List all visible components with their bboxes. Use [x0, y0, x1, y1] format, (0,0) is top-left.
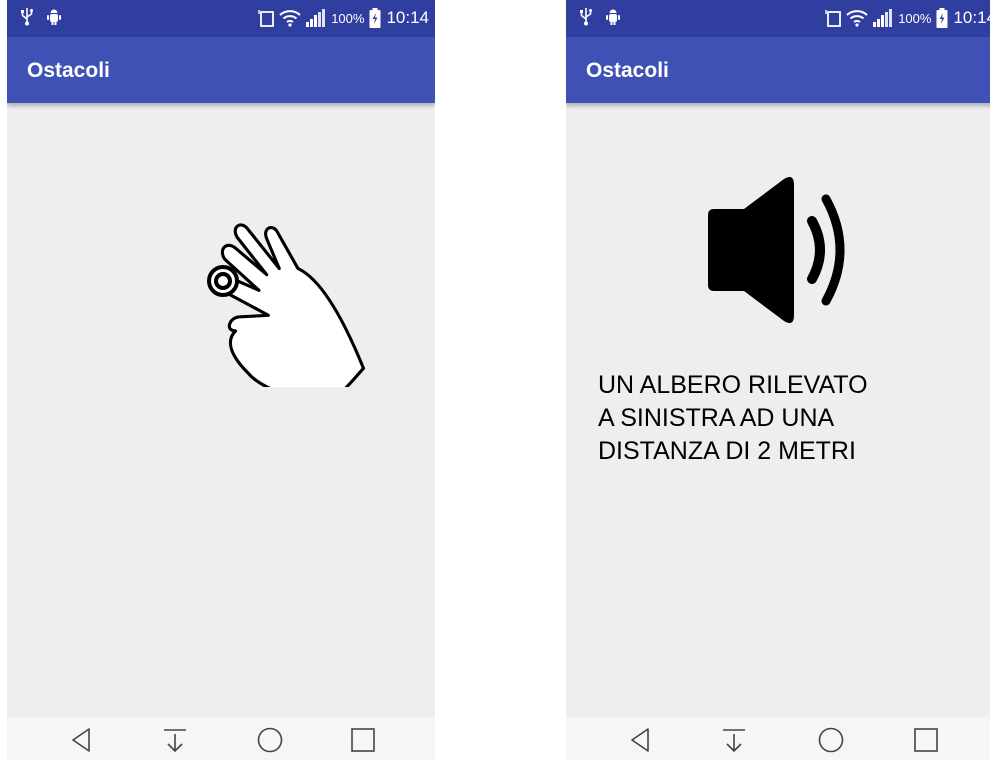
battery-charging-icon: [936, 8, 948, 28]
download-icon[interactable]: [160, 725, 190, 755]
battery-percentage: 100%: [331, 10, 365, 26]
phone-screen-detection: 100% 10:14 Ostacoli UN ALBERO RILEVATO A…: [566, 0, 990, 760]
wifi-icon: [279, 10, 301, 27]
usb-icon: [580, 8, 592, 26]
battery-charging-icon: [369, 8, 381, 28]
app-bar: Ostacoli: [566, 37, 990, 103]
back-icon[interactable]: [67, 725, 97, 755]
signal-icon: [873, 9, 893, 27]
app-title: Ostacoli: [586, 59, 669, 82]
speaker-volume-icon: [708, 177, 845, 323]
touch-gesture-hand-icon: [207, 223, 366, 387]
navigation-bar: [7, 717, 435, 760]
gesture-area[interactable]: [7, 103, 435, 717]
detection-area: UN ALBERO RILEVATO A SINISTRA AD UNA DIS…: [566, 103, 990, 717]
back-icon[interactable]: [626, 725, 656, 755]
message-line: DISTANZA DI 2 METRI: [598, 437, 856, 465]
recents-icon[interactable]: [348, 725, 378, 755]
app-title: Ostacoli: [27, 59, 110, 82]
vibrate-icon: [825, 10, 842, 27]
home-icon[interactable]: [816, 725, 846, 755]
navigation-bar: [566, 717, 990, 760]
wifi-icon: [846, 10, 868, 27]
status-bar: 100% 10:14: [566, 0, 990, 37]
usb-icon: [21, 8, 33, 26]
vibrate-icon: [258, 10, 275, 27]
message-line: UN ALBERO RILEVATO: [598, 371, 868, 399]
obstacle-message: UN ALBERO RILEVATO A SINISTRA AD UNA DIS…: [598, 369, 988, 468]
status-bar: 100% 10:14: [7, 0, 435, 37]
phone-screen-gesture: 100% 10:14 Ostacoli: [7, 0, 435, 760]
clock: 10:14: [953, 8, 990, 27]
android-debug-icon: [606, 9, 620, 25]
signal-icon: [306, 9, 326, 27]
home-icon[interactable]: [255, 725, 285, 755]
download-icon[interactable]: [719, 725, 749, 755]
recents-icon[interactable]: [911, 725, 941, 755]
app-bar: Ostacoli: [7, 37, 435, 103]
clock: 10:14: [386, 8, 429, 27]
android-debug-icon: [47, 9, 61, 25]
message-line: A SINISTRA AD UNA: [598, 404, 835, 432]
battery-percentage: 100%: [898, 10, 932, 26]
